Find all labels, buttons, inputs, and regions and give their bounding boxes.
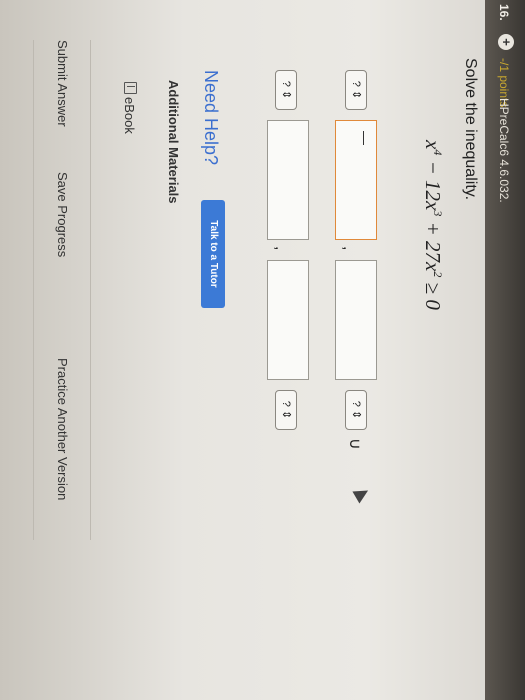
question-reference: HPreCalc6 4.6.032. bbox=[497, 98, 511, 203]
add-icon[interactable]: + bbox=[498, 34, 514, 50]
submit-answer-button[interactable]: Submit Answer bbox=[55, 40, 70, 127]
additional-materials-heading: Additional Materials bbox=[166, 80, 181, 204]
save-progress-button[interactable]: Save Progress bbox=[55, 172, 70, 257]
bracket-select-3[interactable]: ? ⇕ bbox=[275, 70, 297, 110]
text-cursor bbox=[363, 131, 364, 145]
screen: 16. + -/1 points HPreCalc6 4.6.032. Solv… bbox=[0, 0, 525, 700]
answer-input-3[interactable] bbox=[267, 120, 309, 240]
bracket-select-2[interactable]: ? ⇕ bbox=[345, 390, 367, 430]
answer-input-4[interactable] bbox=[267, 260, 309, 380]
term-27: + 27 bbox=[421, 216, 445, 262]
question-number: 16. bbox=[497, 4, 511, 21]
question-panel: 16. + -/1 points HPreCalc6 4.6.032. Solv… bbox=[0, 0, 525, 700]
need-help-heading: Need Help? bbox=[201, 70, 221, 166]
bracket-select-4[interactable]: ? ⇕ bbox=[275, 390, 297, 430]
ebook-icon bbox=[124, 82, 137, 94]
action-bar: Submit Answer Save Progress Practice Ano… bbox=[33, 40, 91, 540]
term-x4: x bbox=[421, 140, 445, 150]
comma-1: , bbox=[340, 246, 357, 251]
mouse-pointer-icon bbox=[352, 484, 372, 504]
term-x2: x bbox=[421, 262, 445, 272]
question-prompt: Solve the inequality. bbox=[462, 58, 479, 201]
union-symbol: ∪ bbox=[346, 438, 363, 450]
inequality: x4 − 12x3 + 27x2 ≥ 0 bbox=[420, 140, 445, 310]
practice-another-version-button[interactable]: Practice Another Version bbox=[55, 358, 70, 500]
answer-input-2[interactable] bbox=[335, 260, 377, 380]
talk-to-tutor-button[interactable]: Talk to a Tutor bbox=[201, 200, 225, 308]
comma-2: , bbox=[272, 246, 289, 251]
ebook-label: eBook bbox=[122, 97, 137, 134]
answer-input-1[interactable] bbox=[335, 120, 377, 240]
inequality-rhs: ≥ 0 bbox=[421, 277, 445, 310]
question-header: 16. + -/1 points HPreCalc6 4.6.032. bbox=[485, 0, 525, 700]
bracket-select-1[interactable]: ? ⇕ bbox=[345, 70, 367, 110]
ebook-link[interactable]: eBook bbox=[122, 82, 137, 134]
term-12: − 12 bbox=[421, 155, 445, 201]
term-x3: x bbox=[421, 201, 445, 211]
